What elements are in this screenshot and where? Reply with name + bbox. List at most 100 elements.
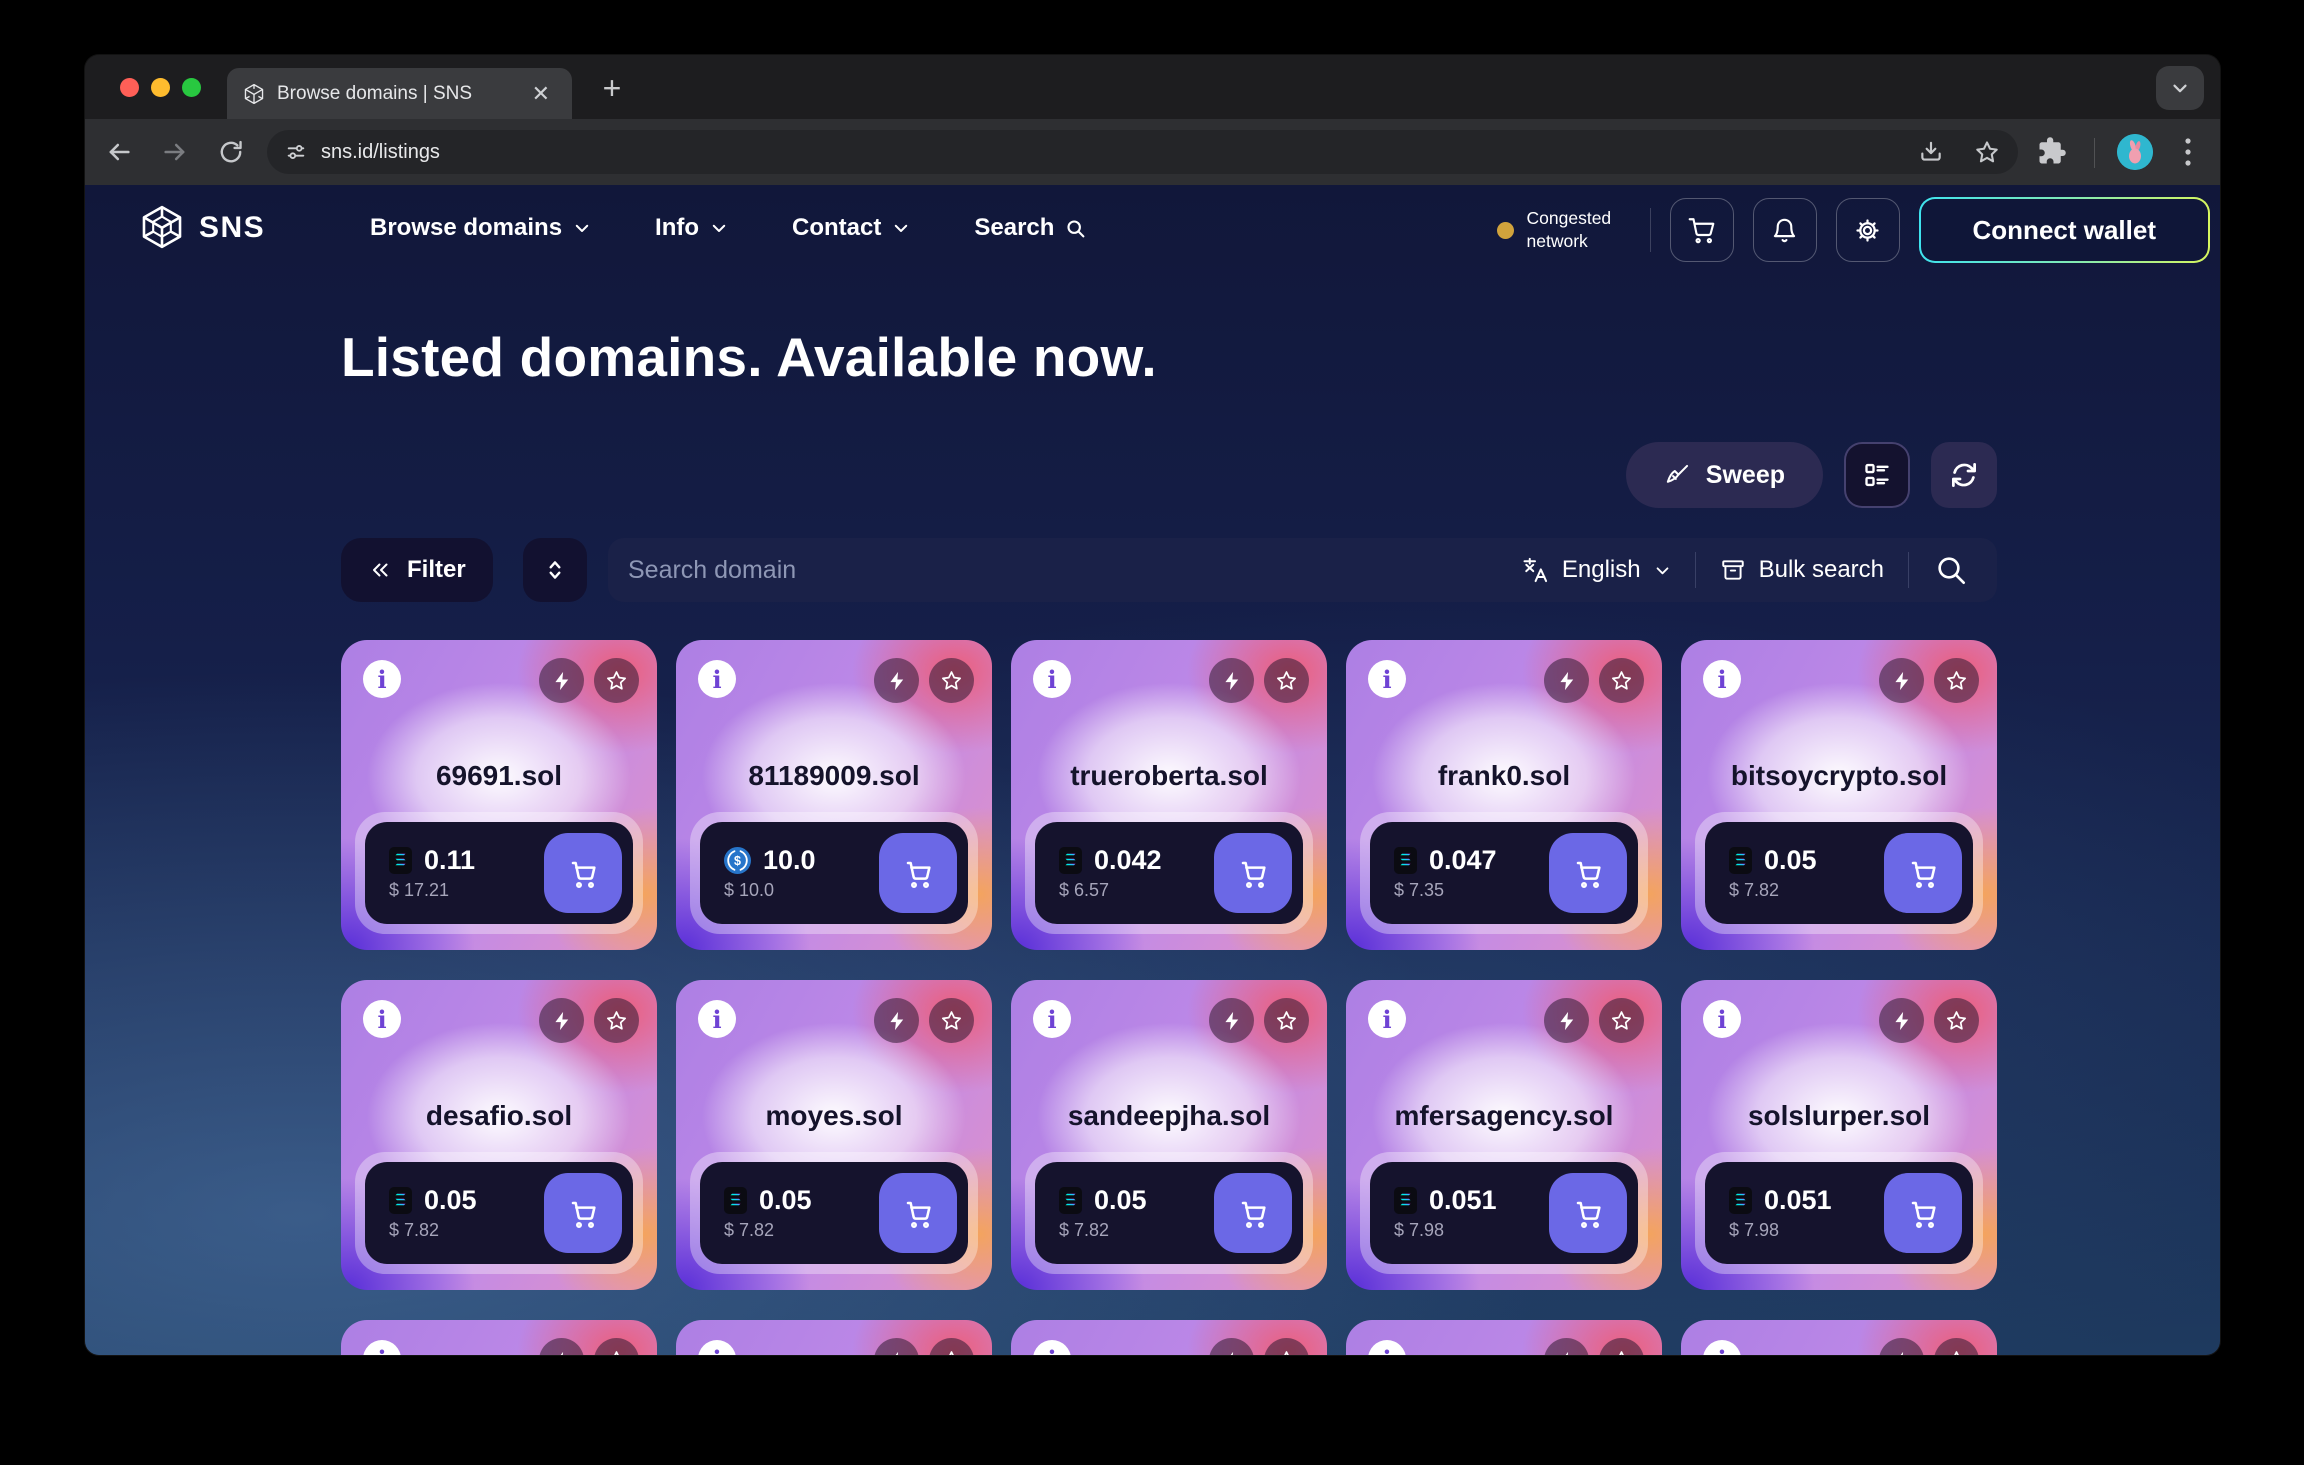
favorite-button[interactable]: [1934, 998, 1979, 1043]
tab-list-chevron-button[interactable]: [2156, 66, 2204, 110]
info-button[interactable]: i: [1033, 1000, 1071, 1038]
info-button[interactable]: i: [698, 1340, 736, 1355]
info-button[interactable]: i: [1703, 660, 1741, 698]
reload-button[interactable]: [211, 132, 251, 172]
url-bar[interactable]: sns.id/listings: [267, 130, 2018, 174]
add-to-cart-button[interactable]: [1214, 1173, 1292, 1253]
bookmark-star-button[interactable]: [1974, 139, 2000, 165]
domain-card[interactable]: i sandeepjha.sol: [1011, 980, 1327, 1290]
add-to-cart-button[interactable]: [1214, 833, 1292, 913]
instant-buy-button[interactable]: [1209, 998, 1254, 1043]
favorite-button[interactable]: [594, 998, 639, 1043]
browser-menu-button[interactable]: [2175, 132, 2201, 172]
new-tab-button[interactable]: +: [590, 67, 634, 109]
settings-button[interactable]: [1836, 198, 1900, 262]
search-input[interactable]: [628, 556, 1521, 585]
instant-buy-button[interactable]: [1879, 1338, 1924, 1355]
list-view-toggle-button[interactable]: [1844, 442, 1910, 508]
search-submit-button[interactable]: [1935, 554, 1967, 586]
site-settings-icon[interactable]: [285, 141, 307, 163]
language-selector[interactable]: English: [1521, 556, 1671, 584]
favorite-button[interactable]: [929, 998, 974, 1043]
add-to-cart-button[interactable]: [544, 833, 622, 913]
profile-avatar[interactable]: [2117, 134, 2153, 170]
info-button[interactable]: i: [1368, 1000, 1406, 1038]
window-close-button[interactable]: [120, 78, 139, 97]
info-button[interactable]: i: [1703, 1000, 1741, 1038]
add-to-cart-button[interactable]: [1549, 1173, 1627, 1253]
back-button[interactable]: [99, 132, 139, 172]
info-button[interactable]: i: [363, 660, 401, 698]
info-button[interactable]: i: [363, 1340, 401, 1355]
instant-buy-button[interactable]: [874, 998, 919, 1043]
instant-buy-button[interactable]: [1544, 998, 1589, 1043]
instant-buy-button[interactable]: [1209, 1338, 1254, 1355]
domain-card[interactable]: i: [1346, 1320, 1662, 1355]
info-button[interactable]: i: [698, 1000, 736, 1038]
favorite-button[interactable]: [1264, 658, 1309, 703]
refresh-button[interactable]: [1931, 442, 1997, 508]
nav-info[interactable]: Info: [655, 214, 728, 242]
favorite-button[interactable]: [1934, 1338, 1979, 1355]
favorite-button[interactable]: [929, 1338, 974, 1355]
favorite-button[interactable]: [1264, 1338, 1309, 1355]
info-button[interactable]: i: [363, 1000, 401, 1038]
favorite-button[interactable]: [1599, 1338, 1644, 1355]
domain-card[interactable]: i moyes.sol: [676, 980, 992, 1290]
tab-close-icon[interactable]: ✕: [526, 81, 556, 107]
nav-contact[interactable]: Contact: [792, 214, 910, 242]
cart-button[interactable]: [1670, 198, 1734, 262]
instant-buy-button[interactable]: [1544, 1338, 1589, 1355]
window-minimize-button[interactable]: [151, 78, 170, 97]
info-button[interactable]: i: [1368, 1340, 1406, 1355]
favorite-button[interactable]: [594, 658, 639, 703]
forward-button[interactable]: [155, 132, 195, 172]
instant-buy-button[interactable]: [539, 1338, 584, 1355]
connect-wallet-button[interactable]: Connect wallet: [1919, 197, 2210, 263]
notifications-button[interactable]: [1753, 198, 1817, 262]
nav-browse-domains[interactable]: Browse domains: [370, 214, 591, 242]
info-button[interactable]: i: [1368, 660, 1406, 698]
add-to-cart-button[interactable]: [1884, 833, 1962, 913]
add-to-cart-button[interactable]: [1884, 1173, 1962, 1253]
add-to-cart-button[interactable]: [879, 1173, 957, 1253]
brand-name[interactable]: SNS: [199, 211, 265, 245]
domain-card[interactable]: i bitsoycrypto.sol: [1681, 640, 1997, 950]
favorite-button[interactable]: [594, 1338, 639, 1355]
instant-buy-button[interactable]: [539, 998, 584, 1043]
instant-buy-button[interactable]: [539, 658, 584, 703]
bulk-search-button[interactable]: Bulk search: [1720, 556, 1884, 584]
domain-card[interactable]: i frank0.sol: [1346, 640, 1662, 950]
instant-buy-button[interactable]: [874, 1338, 919, 1355]
instant-buy-button[interactable]: [1544, 658, 1589, 703]
extensions-button[interactable]: [2037, 136, 2067, 166]
add-to-cart-button[interactable]: [1549, 833, 1627, 913]
domain-card[interactable]: i mfersagency.sol: [1346, 980, 1662, 1290]
info-button[interactable]: i: [1703, 1340, 1741, 1355]
favorite-button[interactable]: [1264, 998, 1309, 1043]
domain-card[interactable]: i 69691.sol: [341, 640, 657, 950]
domain-card[interactable]: i: [1011, 1320, 1327, 1355]
domain-card[interactable]: i: [1681, 1320, 1997, 1355]
info-button[interactable]: i: [1033, 1340, 1071, 1355]
sns-logo-cube-icon[interactable]: [139, 204, 185, 250]
info-button[interactable]: i: [1033, 660, 1071, 698]
info-button[interactable]: i: [698, 660, 736, 698]
sort-button[interactable]: [523, 538, 587, 602]
browser-tab[interactable]: Browse domains | SNS ✕: [227, 68, 572, 119]
install-app-button[interactable]: [1918, 139, 1944, 165]
favorite-button[interactable]: [929, 658, 974, 703]
instant-buy-button[interactable]: [1209, 658, 1254, 703]
domain-card[interactable]: i: [676, 1320, 992, 1355]
window-maximize-button[interactable]: [182, 78, 201, 97]
nav-search[interactable]: Search: [974, 214, 1086, 242]
favorite-button[interactable]: [1599, 998, 1644, 1043]
instant-buy-button[interactable]: [1879, 658, 1924, 703]
domain-card[interactable]: i solslurper.sol: [1681, 980, 1997, 1290]
favorite-button[interactable]: [1599, 658, 1644, 703]
sweep-button[interactable]: Sweep: [1626, 442, 1823, 508]
filter-button[interactable]: Filter: [341, 538, 493, 602]
add-to-cart-button[interactable]: [879, 833, 957, 913]
domain-card[interactable]: i: [341, 1320, 657, 1355]
add-to-cart-button[interactable]: [544, 1173, 622, 1253]
